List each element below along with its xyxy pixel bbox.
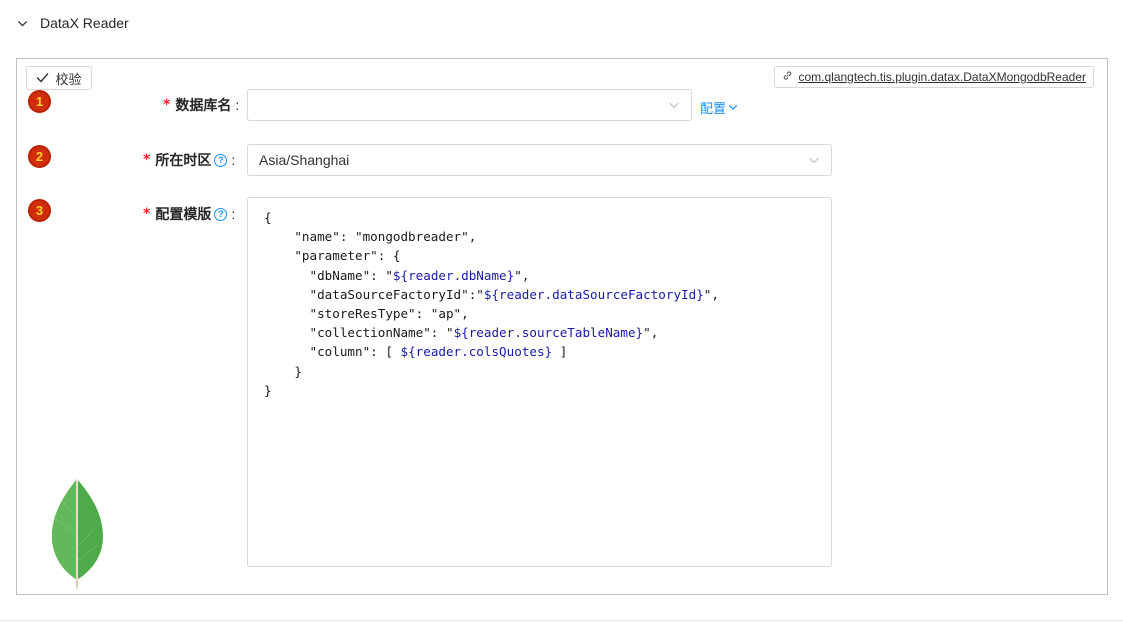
step-badge-3: 3 bbox=[28, 199, 51, 222]
timezone-select-value: Asia/Shanghai bbox=[259, 152, 350, 168]
template-code-editor[interactable]: { "name": "mongodbreader", "parameter": … bbox=[247, 197, 832, 567]
page: DataX Reader 校验 com.qlangtech.tis.plugin… bbox=[0, 0, 1123, 622]
timezone-label-text: 所在时区 bbox=[155, 152, 212, 168]
chevron-down-icon bbox=[808, 154, 820, 166]
code-text: ", bbox=[514, 267, 530, 283]
timezone-label: * 所在时区 ? : bbox=[143, 150, 235, 170]
code-text: "collectionName": " bbox=[264, 325, 454, 341]
label-colon: : bbox=[235, 97, 240, 113]
chevron-down-icon bbox=[668, 99, 680, 111]
plugin-class-name: com.qlangtech.tis.plugin.datax.DataXMong… bbox=[798, 70, 1086, 84]
code-text: } bbox=[264, 363, 302, 379]
code-text: { bbox=[264, 210, 272, 225]
code-text: "dbName": " bbox=[264, 267, 393, 283]
code-variable: ${reader.sourceTableName} bbox=[453, 325, 644, 341]
code-variable: ${reader.dataSourceFactoryId} bbox=[483, 286, 704, 302]
code-text: "column": [ bbox=[264, 344, 401, 360]
code-text: ", bbox=[703, 286, 719, 302]
code-line: "parameter": { bbox=[264, 246, 815, 265]
template-label: * 配置模版 ? : bbox=[143, 204, 235, 224]
required-mark: * bbox=[143, 206, 151, 222]
dbname-label-text: 数据库名 bbox=[175, 97, 232, 113]
template-label-text: 配置模版 bbox=[155, 206, 212, 222]
config-link-label: 配置 bbox=[700, 100, 727, 116]
question-circle-icon[interactable]: ? bbox=[214, 207, 228, 221]
dbname-config-dropdown[interactable]: 配置 bbox=[700, 97, 738, 117]
code-text: "storeResType": "ap", bbox=[264, 306, 469, 322]
code-line: "collectionName": "${reader.sourceTableN… bbox=[264, 323, 815, 342]
code-line: "storeResType": "ap", bbox=[264, 304, 815, 323]
code-text: ] bbox=[552, 344, 568, 360]
timezone-select[interactable]: Asia/Shanghai bbox=[247, 144, 832, 176]
code-text: ", bbox=[643, 325, 659, 341]
code-variable: ${reader.colsQuotes} bbox=[400, 344, 553, 360]
required-mark: * bbox=[163, 97, 171, 113]
code-line: } bbox=[264, 381, 815, 400]
step-badge-1: 1 bbox=[28, 90, 51, 113]
reader-config-panel: 校验 com.qlangtech.tis.plugin.datax.DataXM… bbox=[16, 58, 1108, 595]
code-variable: ${reader.dbName} bbox=[392, 267, 515, 283]
code-text: "parameter": { bbox=[264, 248, 401, 264]
plugin-class-link[interactable]: com.qlangtech.tis.plugin.datax.DataXMong… bbox=[774, 66, 1094, 88]
code-text: "dataSourceFactoryId":" bbox=[264, 286, 484, 302]
required-mark: * bbox=[143, 152, 151, 168]
code-line: "name": "mongodbreader", bbox=[264, 227, 815, 246]
question-circle-icon[interactable]: ? bbox=[214, 153, 228, 167]
code-text: } bbox=[264, 382, 272, 398]
collapse-header[interactable]: DataX Reader bbox=[0, 0, 1123, 46]
code-line: "dataSourceFactoryId":"${reader.dataSour… bbox=[264, 285, 815, 304]
chevron-down-icon bbox=[728, 100, 738, 115]
mongodb-leaf-icon bbox=[51, 479, 103, 591]
check-icon bbox=[36, 71, 50, 86]
code-text: "name": "mongodbreader", bbox=[264, 229, 477, 245]
divider bbox=[0, 620, 1123, 621]
code-line: "dbName": "${reader.dbName}", bbox=[264, 266, 815, 285]
dbname-label: * 数据库名 : bbox=[163, 95, 239, 115]
code-line: } bbox=[264, 362, 815, 381]
code-line: "column": [ ${reader.colsQuotes} ] bbox=[264, 342, 815, 361]
step-badge-2: 2 bbox=[28, 145, 51, 168]
label-colon: : bbox=[231, 206, 236, 222]
link-icon bbox=[782, 70, 793, 84]
code-line: { bbox=[264, 208, 815, 227]
section-title: DataX Reader bbox=[40, 15, 129, 31]
verify-button[interactable]: 校验 bbox=[26, 66, 92, 90]
label-colon: : bbox=[231, 152, 236, 168]
chevron-down-icon[interactable] bbox=[16, 17, 28, 29]
verify-button-label: 校验 bbox=[55, 71, 82, 87]
dbname-select[interactable] bbox=[247, 89, 692, 121]
